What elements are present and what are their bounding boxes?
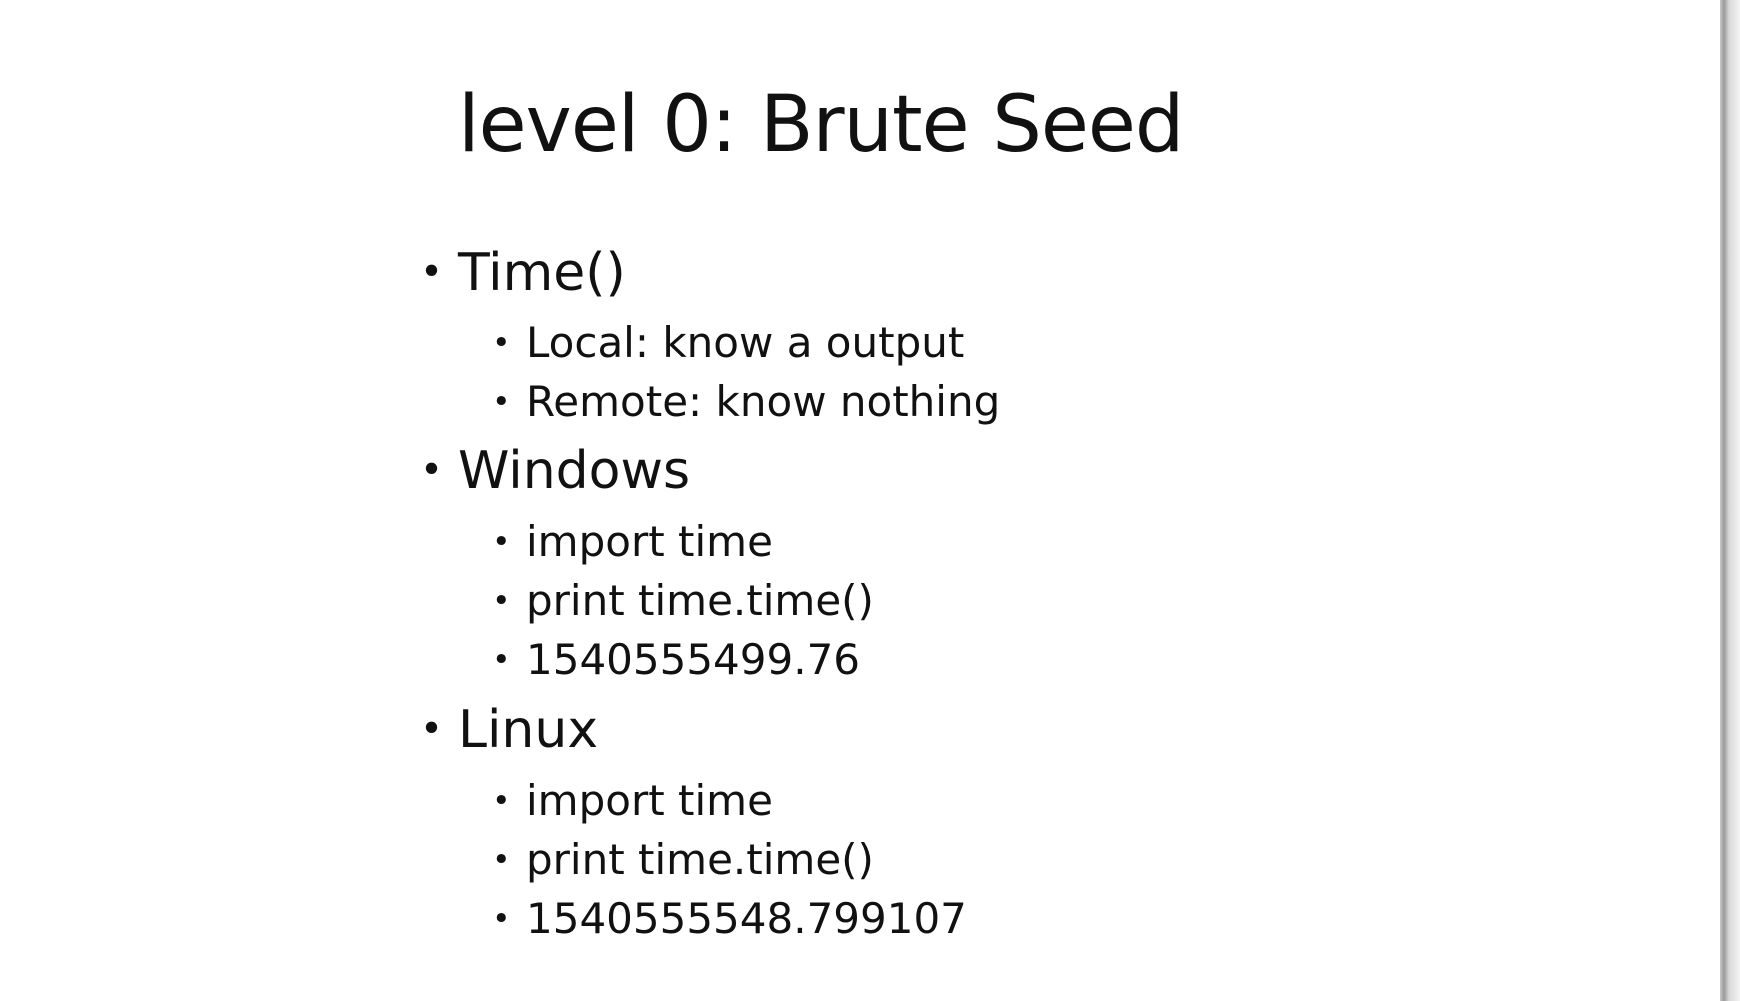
sub-bullet-text: print time.time(): [526, 576, 874, 625]
sub-bullet-item: • 1540555499.76: [492, 635, 860, 684]
sub-bullet-text: Remote: know nothing: [526, 377, 1001, 426]
sub-bullet-text: 1540555499.76: [526, 635, 861, 684]
sub-bullet-text: import time: [526, 776, 773, 825]
bullet-icon: •: [492, 524, 511, 561]
slide-title: level 0: Brute Seed: [458, 80, 1184, 170]
bullet-text: Time(): [458, 243, 626, 303]
bullet-icon: •: [420, 448, 444, 494]
sub-bullet-item: • Remote: know nothing: [492, 377, 1000, 426]
bullet-icon: •: [492, 325, 511, 362]
bullet-icon: •: [492, 642, 511, 679]
sub-bullet-item: • Local: know a output: [492, 318, 964, 367]
bullet-icon: •: [492, 783, 511, 820]
sub-bullet-item: • print time.time(): [492, 835, 874, 884]
sub-bullet-text: Local: know a output: [526, 318, 965, 367]
bullet-icon: •: [492, 583, 511, 620]
bullet-icon: •: [420, 250, 444, 296]
bullet-icon: •: [492, 842, 511, 879]
bullet-icon: •: [492, 901, 511, 938]
bullet-text: Windows: [458, 441, 691, 501]
sub-bullet-item: • 1540555548.799107: [492, 894, 967, 943]
bullet-item-windows: • Windows: [420, 441, 690, 501]
bullet-item-linux: • Linux: [420, 700, 598, 760]
sub-bullet-item: • import time: [492, 776, 773, 825]
bullet-icon: •: [420, 707, 444, 753]
sub-bullet-text: import time: [526, 517, 773, 566]
sub-bullet-item: • print time.time(): [492, 576, 874, 625]
window-edge-divider: [1720, 0, 1740, 1001]
bullet-icon: •: [492, 384, 511, 421]
bullet-text: Linux: [458, 700, 599, 760]
sub-bullet-text: print time.time(): [526, 835, 874, 884]
bullet-item-time: • Time(): [420, 243, 626, 303]
sub-bullet-text: 1540555548.799107: [526, 894, 967, 943]
sub-bullet-item: • import time: [492, 517, 773, 566]
slide: level 0: Brute Seed • Time() • Local: know…: [0, 0, 1720, 1001]
